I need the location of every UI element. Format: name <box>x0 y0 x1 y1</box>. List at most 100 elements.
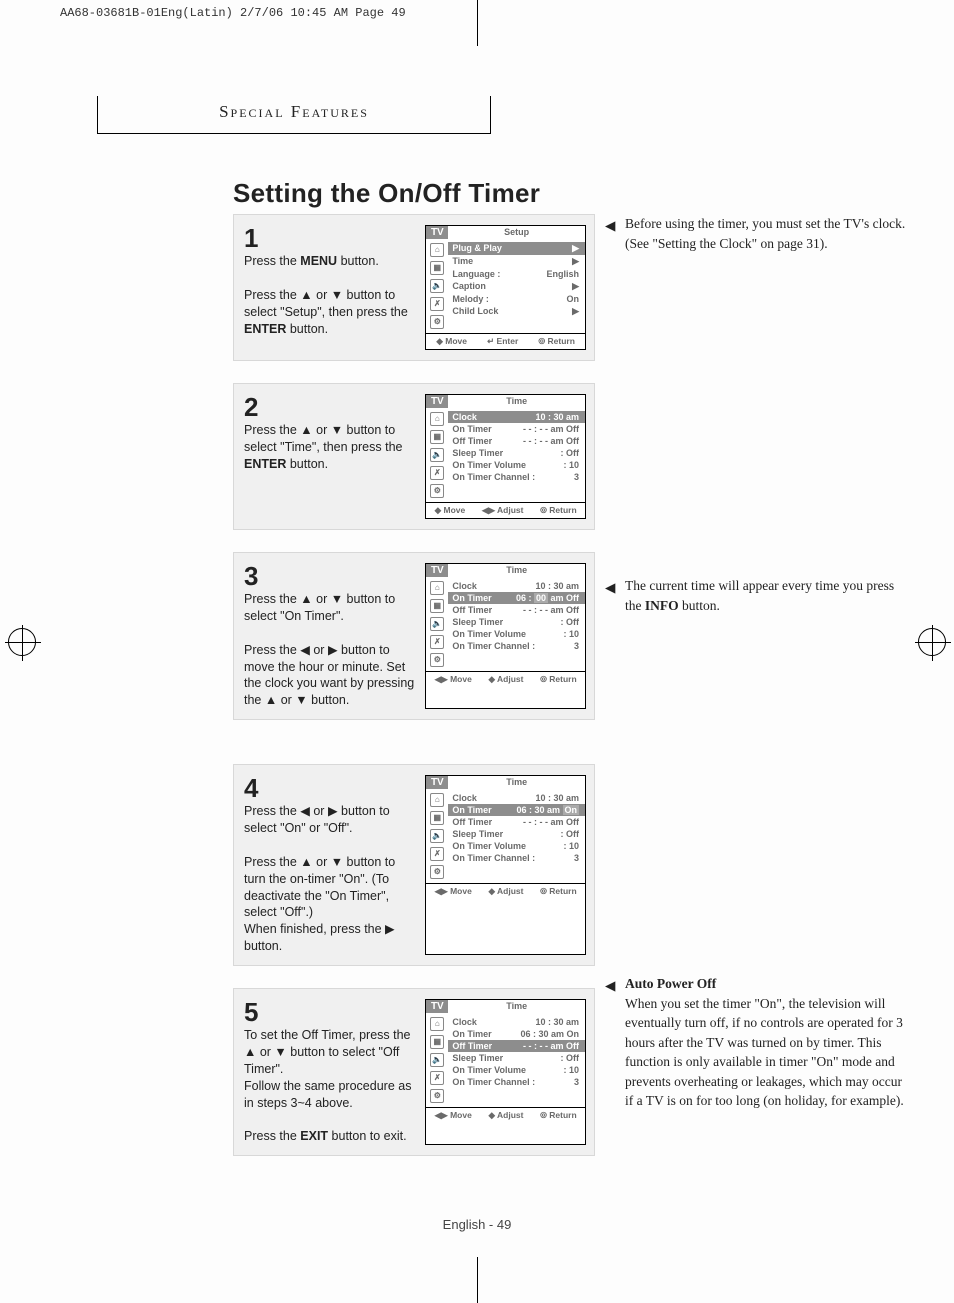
osd-title: Time <box>448 776 585 789</box>
step-5: 5 To set the Off Timer, press the ▲ or ▼… <box>233 988 595 1156</box>
osd-hint: ◆ Move <box>436 336 467 347</box>
steps-column: 1 Press the MENU button. Press the ▲ or … <box>233 214 595 1178</box>
osd-icon-col: ⌂▦🔈✗⚙ <box>426 239 448 333</box>
left-arrow-icon: ◀ <box>605 976 615 996</box>
osd-row: Off Timer- - : - - am Off <box>452 435 579 447</box>
osd-panel: TVTime ⌂▦🔈✗⚙ Clock10 : 30 amOn Timer06 :… <box>425 999 586 1145</box>
print-header: AA68-03681B-01Eng(Latin) 2/7/06 10:45 AM… <box>60 6 406 20</box>
step-number: 3 <box>244 563 415 589</box>
osd-icon-col: ⌂▦🔈✗⚙ <box>426 1013 448 1107</box>
osd-footer: ◀▶ Move ◆ Adjust ⦾ Return <box>426 883 585 899</box>
sidenote-1: ◀ Before using the timer, you must set t… <box>625 214 913 253</box>
step-1: 1 Press the MENU button. Press the ▲ or … <box>233 214 595 361</box>
step-text: 4 Press the ◀ or ▶ button to select "On"… <box>244 775 415 955</box>
osd-hint: ◀▶ Move <box>435 886 472 897</box>
section-header-box: Special Features <box>97 96 491 134</box>
osd-row: On Timer Volume: 10 <box>452 1064 579 1076</box>
osd-row: Plug & Play▶ <box>448 242 585 255</box>
tv-icon: TV <box>426 395 448 408</box>
left-arrow-icon: ◀ <box>605 578 615 598</box>
osd-hint: ◆ Adjust <box>488 886 523 897</box>
page-title: Setting the On/Off Timer <box>233 178 540 209</box>
osd-hint: ◀▶ Move <box>435 1110 472 1121</box>
registration-mark <box>8 628 36 656</box>
osd-row: Clock10 : 30 am <box>452 580 579 592</box>
osd-panel: TVSetup ⌂▦🔈✗⚙ Plug & Play▶Time▶Language … <box>425 225 586 350</box>
osd-row: Child Lock▶ <box>452 305 579 318</box>
osd-footer: ◆ Move ◀▶ Adjust ⦾ Return <box>426 502 585 518</box>
step-text: 2 Press the ▲ or ▼ button to select "Tim… <box>244 394 415 519</box>
osd-row: On Timer Channel :3 <box>452 852 579 864</box>
osd-row: Caption▶ <box>452 280 579 293</box>
trim-mark <box>477 0 478 46</box>
osd-row: Off Timer- - : - - am Off <box>448 1040 585 1052</box>
osd-row: Sleep Timer: Off <box>452 616 579 628</box>
osd-hint: ◆ Move <box>435 505 466 516</box>
page-footer: English - 49 <box>65 1217 889 1232</box>
step-number: 1 <box>244 225 415 251</box>
osd-footer: ◀▶ Move ◆ Adjust ⦾ Return <box>426 1107 585 1123</box>
sidenote-text: When you set the timer "On", the televis… <box>625 996 904 1109</box>
sidenote-3: ◀ Auto Power Off When you set the timer … <box>625 974 913 1111</box>
osd-row: On Timer06 : 00 am Off <box>448 592 585 604</box>
osd-row: On Timer06 : 30 am On <box>452 1028 579 1040</box>
osd-row: Language :English <box>452 268 579 280</box>
osd-title: Setup <box>448 226 585 239</box>
tv-icon: TV <box>426 776 448 789</box>
tv-icon: TV <box>426 1000 448 1013</box>
osd-row: Off Timer- - : - - am Off <box>452 604 579 616</box>
osd-row: Clock10 : 30 am <box>448 411 585 423</box>
osd-footer: ◀▶ Move ◆ Adjust ⦾ Return <box>426 671 585 687</box>
osd-row: On Timer Channel :3 <box>452 471 579 483</box>
sidenote-text: button. <box>679 598 720 613</box>
osd-row: Time▶ <box>452 255 579 268</box>
trim-mark <box>477 1257 478 1303</box>
osd-row: Sleep Timer: Off <box>452 828 579 840</box>
step-4: 4 Press the ◀ or ▶ button to select "On"… <box>233 764 595 966</box>
osd-hint: ◆ Adjust <box>488 1110 523 1121</box>
osd-title: Time <box>448 1000 585 1013</box>
section-header: Special Features <box>219 102 369 121</box>
osd-row: On Timer Channel :3 <box>452 1076 579 1088</box>
osd-hint: ⦾ Return <box>540 674 577 685</box>
osd-row: Clock10 : 30 am <box>452 1016 579 1028</box>
osd-icon-col: ⌂▦🔈✗⚙ <box>426 577 448 671</box>
info-label: INFO <box>645 598 679 613</box>
step-text: 3 Press the ▲ or ▼ button to select "On … <box>244 563 415 709</box>
step-number: 4 <box>244 775 415 801</box>
tv-icon: TV <box>426 226 448 239</box>
osd-hint: ⦾ Return <box>540 505 577 516</box>
osd-icon-col: ⌂▦🔈✗⚙ <box>426 408 448 502</box>
osd-hint: ⦾ Return <box>540 886 577 897</box>
osd-panel: TVTime ⌂▦🔈✗⚙ Clock10 : 30 amOn Timer- - … <box>425 394 586 519</box>
osd-row: On Timer Volume: 10 <box>452 459 579 471</box>
osd-panel: TVTime ⌂▦🔈✗⚙ Clock10 : 30 amOn Timer06 :… <box>425 775 586 955</box>
osd-hint: ◀▶ Move <box>435 674 472 685</box>
osd-hint: ⦾ Return <box>540 1110 577 1121</box>
osd-hint: ◀▶ Adjust <box>482 505 524 516</box>
step-number: 2 <box>244 394 415 420</box>
osd-panel: TVTime ⌂▦🔈✗⚙ Clock10 : 30 amOn Timer06 :… <box>425 563 586 709</box>
step-3: 3 Press the ▲ or ▼ button to select "On … <box>233 552 595 720</box>
step-text: 1 Press the MENU button. Press the ▲ or … <box>244 225 415 350</box>
page: Special Features Setting the On/Off Time… <box>65 46 889 1256</box>
osd-row: Sleep Timer: Off <box>452 1052 579 1064</box>
sidenote-2: ◀ The current time will appear every tim… <box>625 576 913 615</box>
osd-footer: ◆ Move ↵ Enter ⦾ Return <box>426 333 585 349</box>
osd-icon-col: ⌂▦🔈✗⚙ <box>426 789 448 883</box>
osd-hint: ⦾ Return <box>538 336 575 347</box>
osd-row: Off Timer- - : - - am Off <box>452 816 579 828</box>
osd-title: Time <box>448 564 585 577</box>
osd-title: Time <box>448 395 585 408</box>
tv-icon: TV <box>426 564 448 577</box>
osd-row: Sleep Timer: Off <box>452 447 579 459</box>
osd-row: On Timer Channel :3 <box>452 640 579 652</box>
registration-mark <box>918 628 946 656</box>
step-2: 2 Press the ▲ or ▼ button to select "Tim… <box>233 383 595 530</box>
osd-row: On Timer- - : - - am Off <box>452 423 579 435</box>
osd-hint: ↵ Enter <box>487 336 518 347</box>
osd-row: On Timer Volume: 10 <box>452 840 579 852</box>
left-arrow-icon: ◀ <box>605 216 615 236</box>
osd-hint: ◆ Adjust <box>488 674 523 685</box>
osd-row: Clock10 : 30 am <box>452 792 579 804</box>
